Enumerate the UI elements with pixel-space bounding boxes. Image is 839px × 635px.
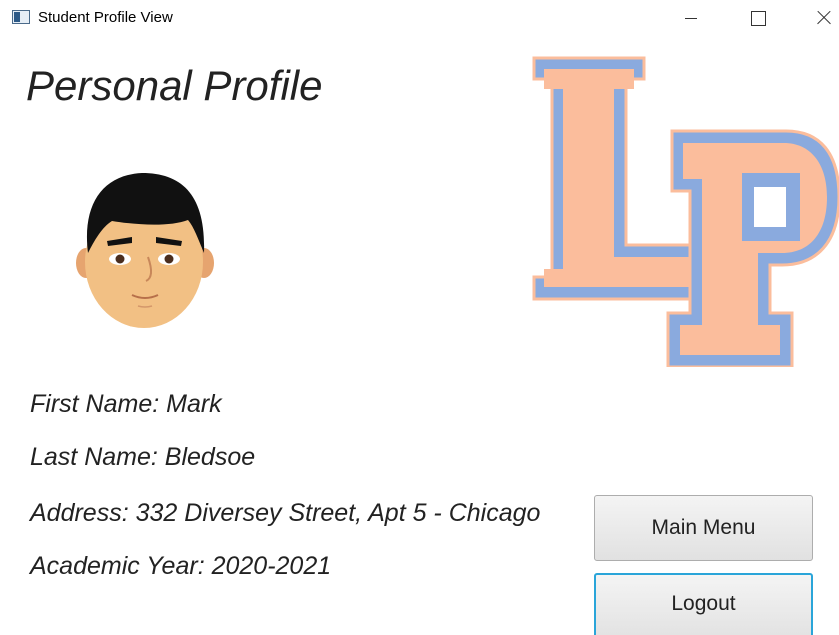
first-name-label: First Name: Mark [30, 390, 222, 418]
close-button[interactable] [800, 0, 839, 36]
last-name-label: Last Name: Bledsoe [30, 443, 256, 471]
logout-button[interactable]: Logout [594, 573, 813, 635]
window-title: Student Profile View [38, 9, 173, 26]
address-label: Address: 332 Diversey Street, Apt 5 - Ch… [30, 499, 541, 527]
page-title: Personal Profile [26, 62, 323, 109]
app-window-icon [12, 10, 30, 24]
avatar-icon [76, 173, 214, 328]
minimize-button[interactable] [668, 0, 714, 36]
maximize-button[interactable] [734, 0, 780, 36]
lp-logo [532, 56, 839, 367]
title-bar: Student Profile View [0, 0, 839, 36]
academic-year-label: Academic Year: 2020-2021 [30, 552, 332, 580]
main-menu-button[interactable]: Main Menu [594, 495, 813, 561]
